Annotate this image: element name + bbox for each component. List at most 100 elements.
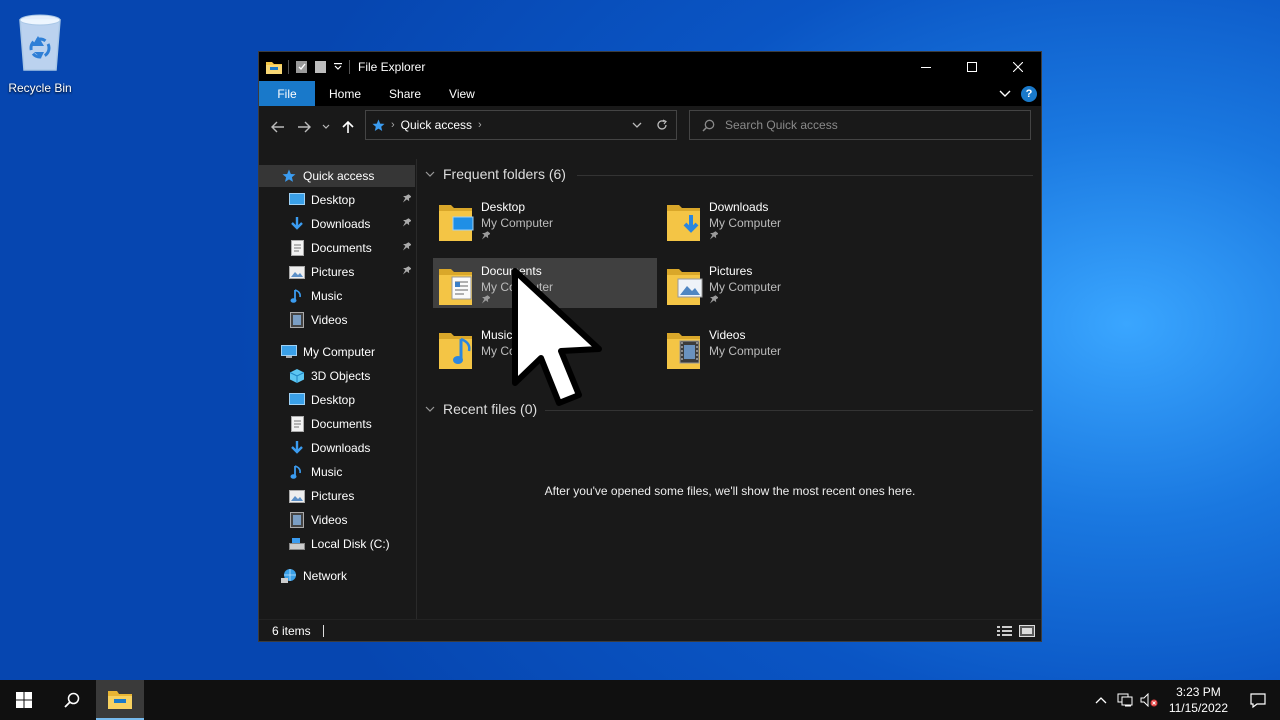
window-title: File Explorer	[358, 59, 426, 74]
computer-icon	[281, 344, 297, 360]
folder-location: My Computer	[709, 344, 782, 358]
downloads-icon	[289, 216, 305, 232]
tab-view[interactable]: View	[435, 81, 489, 106]
properties-icon[interactable]	[295, 60, 308, 74]
action-center-button[interactable]	[1236, 680, 1280, 720]
recycle-bin-icon	[19, 14, 61, 71]
pin-icon	[709, 231, 781, 243]
new-folder-icon[interactable]	[314, 60, 327, 74]
nav-item-computer-videos[interactable]: Videos	[259, 509, 415, 531]
nav-item-quick-desktop[interactable]: Desktop	[259, 189, 415, 211]
nav-item-quick-documents[interactable]: Documents	[259, 237, 415, 259]
chevron-down-icon	[425, 406, 435, 412]
chevron-down-icon[interactable]	[632, 122, 642, 128]
tab-file[interactable]: File	[259, 81, 315, 106]
pictures-icon	[289, 488, 305, 504]
recent-locations-button[interactable]	[317, 114, 335, 140]
expand-ribbon-icon[interactable]	[999, 90, 1011, 98]
folder-documents-icon	[433, 258, 481, 308]
nav-item-computer-desktop[interactable]: Desktop	[259, 389, 415, 411]
quick-access-toolbar	[259, 59, 350, 74]
nav-item-computer-downloads[interactable]: Downloads	[259, 437, 415, 459]
nav-item-network[interactable]: Network	[259, 565, 415, 587]
ribbon-tabs: File Home Share View ?	[259, 81, 1041, 106]
maximize-button[interactable]	[949, 52, 995, 81]
show-hidden-icons-button[interactable]	[1089, 696, 1113, 704]
videos-icon	[289, 512, 305, 528]
volume-muted-icon[interactable]	[1137, 693, 1161, 707]
help-icon[interactable]: ?	[1021, 85, 1037, 102]
close-button[interactable]	[995, 52, 1041, 81]
start-button[interactable]	[0, 680, 48, 720]
search-icon	[702, 119, 715, 132]
nav-item-quick-videos[interactable]: Videos	[259, 309, 415, 331]
3d-objects-icon	[289, 368, 305, 384]
nav-item-computer-music[interactable]: Music	[259, 461, 415, 483]
system-tray: 3:23 PM 11/15/2022	[1089, 680, 1280, 720]
details-view-icon[interactable]	[997, 625, 1013, 637]
search-input[interactable]: Search Quick access	[725, 118, 838, 132]
tab-share[interactable]: Share	[375, 81, 435, 106]
pin-icon[interactable]	[402, 241, 412, 255]
frequent-folders-header[interactable]: Frequent folders (6)	[425, 166, 566, 182]
nav-label: Desktop	[311, 193, 356, 207]
nav-item-quick-downloads[interactable]: Downloads	[259, 213, 415, 235]
large-icons-view-icon[interactable]	[1019, 624, 1035, 637]
toolbar-separator	[288, 59, 289, 74]
nav-item-quick-access[interactable]: Quick access	[259, 165, 415, 187]
nav-label: Music	[311, 465, 343, 479]
documents-icon	[289, 416, 305, 432]
folder-name: Desktop	[481, 200, 526, 214]
local-disk-icon	[289, 536, 305, 552]
network-status-icon[interactable]	[1113, 693, 1137, 707]
nav-label: Desktop	[311, 393, 356, 407]
up-button[interactable]	[335, 114, 361, 140]
pin-icon[interactable]	[402, 193, 412, 207]
folder-tile-pictures[interactable]: Pictures My Computer	[661, 258, 885, 308]
forward-button[interactable]	[291, 114, 317, 140]
back-button[interactable]	[265, 114, 291, 140]
nav-item-quick-music[interactable]: Music	[259, 285, 415, 307]
nav-label: 3D Objects	[311, 369, 371, 383]
taskbar-file-explorer[interactable]	[96, 680, 144, 720]
nav-item-computer-pictures[interactable]: Pictures	[259, 485, 415, 507]
nav-label: Pictures	[311, 265, 355, 279]
nav-item-quick-pictures[interactable]: Pictures	[259, 261, 415, 283]
folder-tile-desktop[interactable]: Desktop My Computer	[433, 194, 657, 244]
chevron-down-icon[interactable]	[333, 62, 343, 72]
nav-item-computer-documents[interactable]: Documents	[259, 413, 415, 435]
minimize-icon	[921, 66, 931, 68]
breadcrumb-chevron-icon: ›	[391, 119, 395, 131]
pin-icon[interactable]	[402, 265, 412, 279]
item-count: 6 items	[272, 623, 311, 638]
close-icon	[1013, 61, 1023, 72]
search-box[interactable]: Search Quick access	[689, 110, 1031, 140]
folder-tile-videos[interactable]: Videos My Computer	[661, 322, 885, 372]
pin-icon[interactable]	[402, 217, 412, 231]
star-icon	[372, 119, 385, 131]
folder-downloads-icon	[661, 194, 709, 244]
nav-item-my-computer[interactable]: My Computer	[259, 341, 415, 363]
breadcrumb-quick-access[interactable]: Quick access	[401, 118, 472, 132]
pin-icon	[709, 295, 781, 307]
refresh-icon[interactable]	[656, 119, 668, 131]
nav-label: Network	[303, 569, 348, 583]
nav-label: Videos	[311, 513, 348, 527]
minimize-button[interactable]	[903, 52, 949, 81]
desktop-icon	[289, 192, 305, 208]
windows-logo-icon	[16, 692, 32, 708]
clock[interactable]: 3:23 PM 11/15/2022	[1161, 684, 1236, 716]
arrow-up-icon	[342, 120, 354, 133]
tab-home[interactable]: Home	[315, 81, 375, 106]
pictures-icon	[289, 264, 305, 280]
breadcrumb-chevron-icon[interactable]: ›	[478, 119, 482, 131]
address-bar[interactable]: › Quick access ›	[365, 110, 677, 140]
nav-item-computer-3d-objects[interactable]: 3D Objects	[259, 365, 415, 387]
search-button[interactable]	[48, 680, 96, 720]
folder-videos-icon	[661, 322, 709, 372]
clock-time: 3:23 PM	[1176, 685, 1221, 699]
nav-item-computer-local-disk-c[interactable]: Local Disk (C:)	[259, 533, 415, 555]
folder-tile-downloads[interactable]: Downloads My Computer	[661, 194, 885, 244]
recent-files-empty-message: After you've opened some files, we'll sh…	[544, 484, 916, 498]
recycle-bin-desktop-icon[interactable]: Recycle Bin	[4, 8, 76, 95]
